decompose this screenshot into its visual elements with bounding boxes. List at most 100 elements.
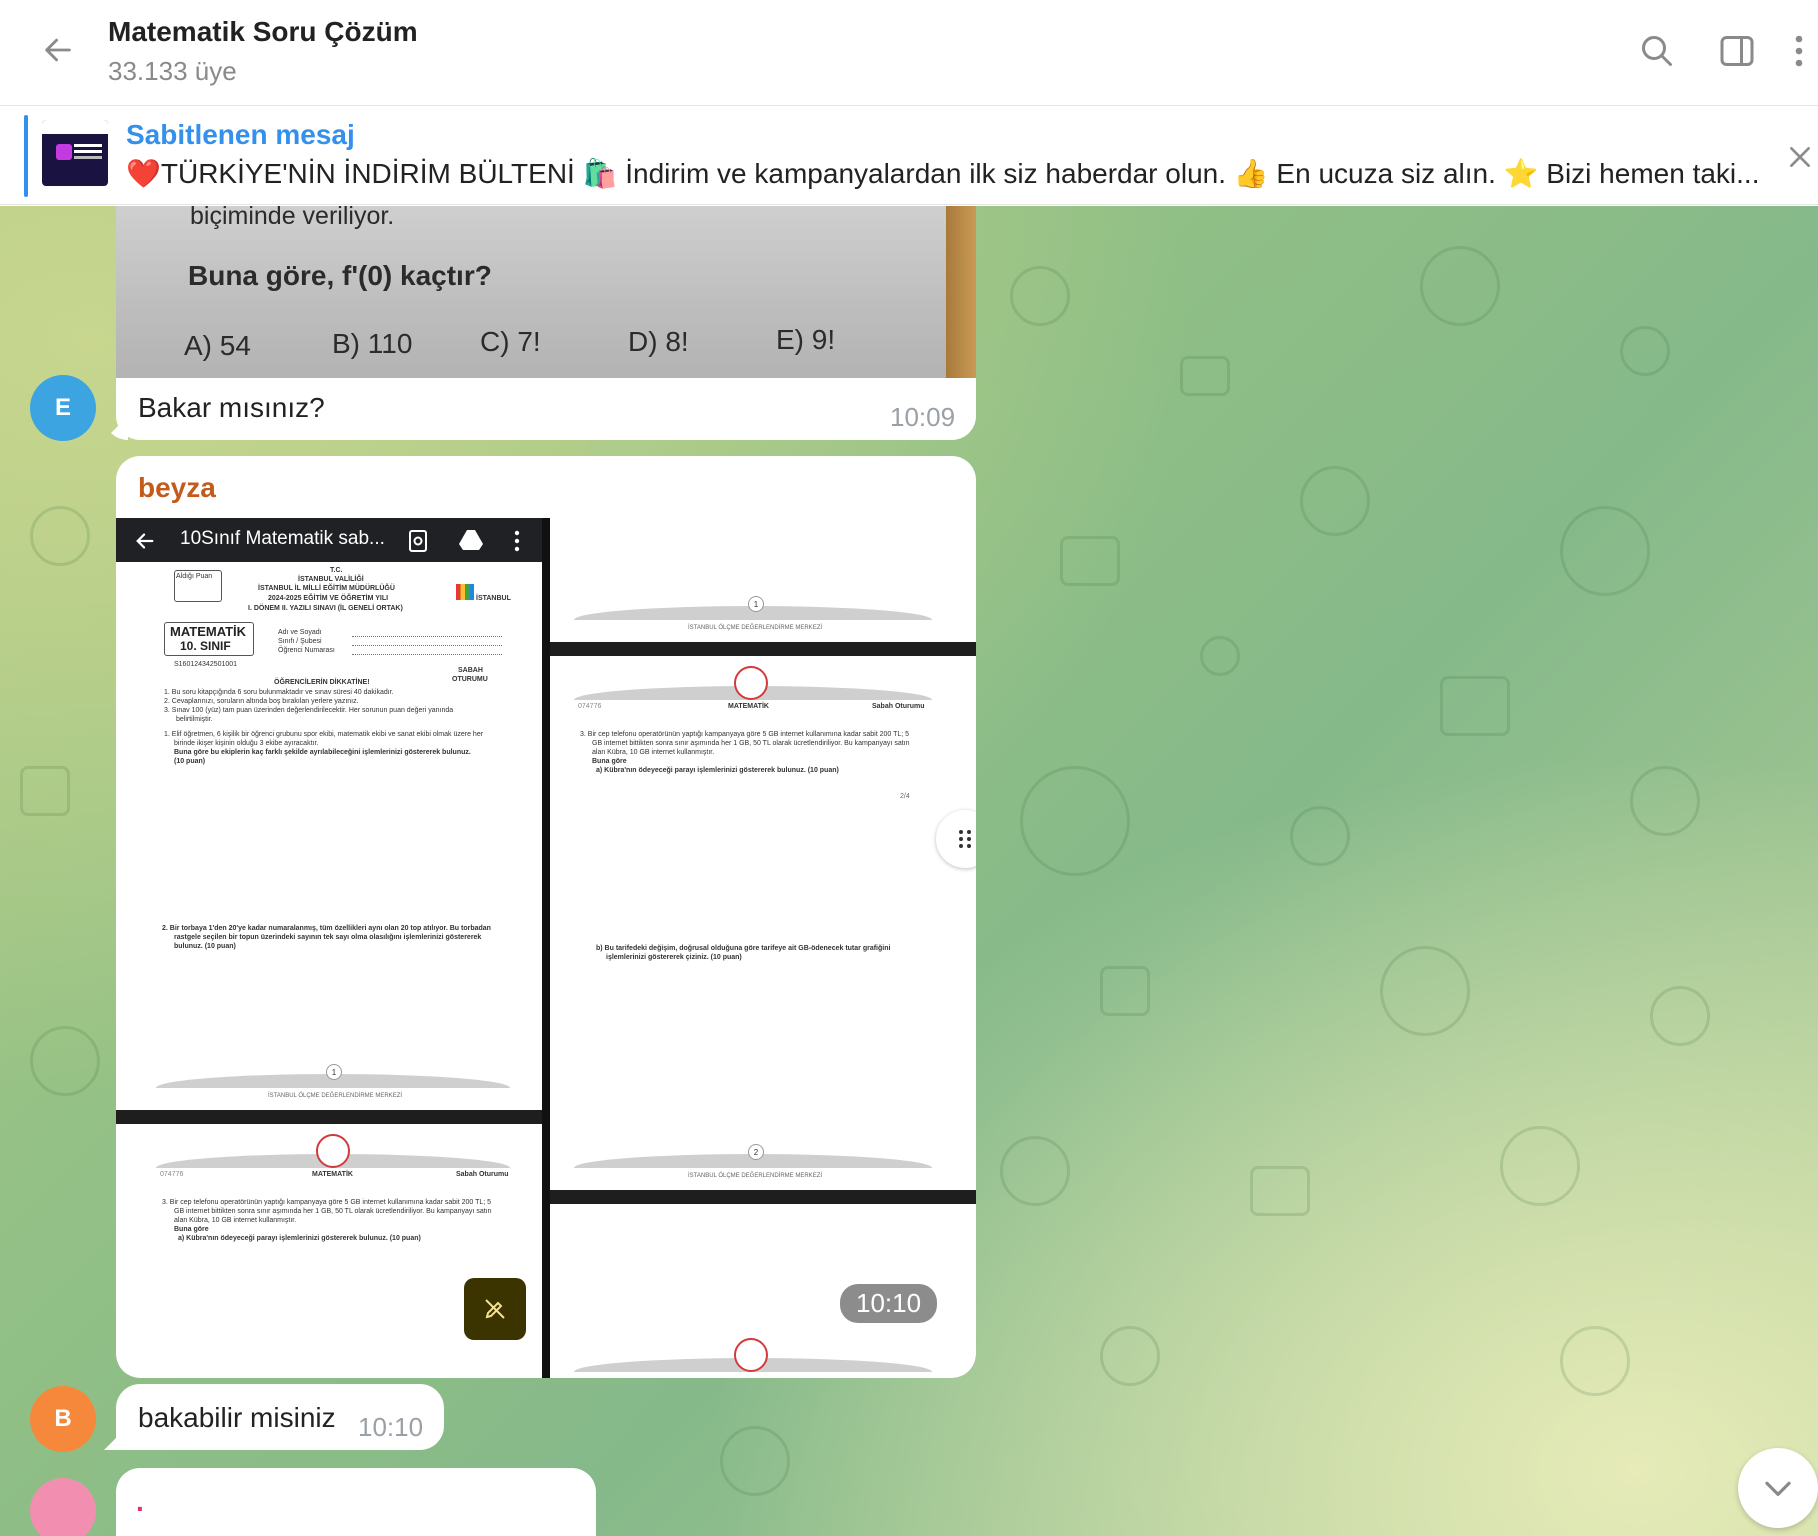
doc-footer: İSTANBUL ÖLÇME DEĞERLENDİRME MERKEZİ [688,625,823,631]
message-text: Bakar mısınız? [138,392,325,423]
doc-question-text: rastgele seçilen bir topun üzerindeki sa… [174,934,482,941]
doc-text: I. DÖNEM II. YAZILI SINAVI (İL GENELİ OR… [248,605,403,612]
page-number: 1 [326,1064,342,1080]
doodle-decoration [720,1426,790,1496]
search-icon [1642,36,1672,66]
more-options-button[interactable] [1780,26,1818,76]
doc-text: 1. Bu soru kitapçığında 6 soru bulunmakt… [164,689,394,696]
doc-page-right: 1 İSTANBUL ÖLÇME DEĞERLENDİRME MERKEZİ 0… [550,518,976,1378]
doc-question-text: a) Kübra'nın ödeyeceği parayı işlemlerin… [178,1235,421,1242]
pinned-message-bar[interactable]: Sabitlenen mesaj ❤️TÜRKİYE'NİN İNDİRİM B… [0,107,1818,205]
doc-code: 074776 [578,703,602,710]
dotted-line [352,654,502,655]
grid-dots-icon [959,830,971,848]
sidebar-panel-icon [1720,36,1754,66]
photo-option: E) 9! [776,324,836,355]
photo-option: A) 54 [184,330,251,361]
doc-text: 3. Sınav 100 (yüz) tam puan üzerinden de… [164,707,454,714]
page-separator [550,642,976,656]
doc-question-text: a) Kübra'nın ödeyeceği parayı işlemlerin… [596,767,839,774]
doc-text: 2. Cevaplarınızı, soruların altında boş … [164,698,359,705]
doc-text: İSTANBUL İL MİLLİ EĞİTİM MÜDÜRLÜĞÜ [258,585,395,592]
chevron-down-icon [1765,1481,1791,1496]
doc-question-text: Buna göre [174,1226,209,1233]
doc-footer: İSTANBUL ÖLÇME DEĞERLENDİRME MERKEZİ [688,1173,823,1179]
drive-add-icon[interactable] [458,528,484,552]
message-bubble[interactable]: bakabilir misiniz 10:10 [116,1384,444,1450]
message-bubble[interactable]: . [116,1468,596,1536]
question-photo[interactable]: biçiminde veriliyor. Buna göre, f'(0) ka… [116,206,976,378]
doc-text: S160124342501001 [174,661,238,668]
doodle-decoration [1100,1326,1160,1386]
member-count: 33.133 üye [108,56,237,86]
find-in-page-icon[interactable] [408,530,428,552]
doc-text: Öğrenci Numarası [278,647,335,654]
emblem-icon [316,1134,350,1168]
doodle-decoration [30,506,90,566]
document-screenshot[interactable]: 10Sınıf Matematik sab... Aldığı Puan T.C… [116,518,976,1378]
pinned-accent-bar [24,115,28,197]
avatar[interactable]: B [30,1386,96,1452]
message-text: . [136,1486,144,1517]
vertical-dots-icon[interactable] [514,530,520,552]
doodle-decoration [1630,766,1700,836]
back-button[interactable] [30,22,86,78]
doc-text: SABAH [458,667,483,674]
search-button[interactable] [1632,26,1682,76]
doc-text: Sınıfı / Şubesi [278,638,322,645]
edit-button[interactable] [464,1278,526,1340]
doodle-decoration [30,1026,100,1096]
doodle-decoration [1500,1126,1580,1206]
doc-text: OTURUMU [452,676,488,683]
vertical-dots-icon [1795,35,1803,67]
message-bubble[interactable]: biçiminde veriliyor. Buna göre, f'(0) ka… [116,206,976,440]
doodle-decoration [1380,946,1470,1036]
doc-viewer-toolbar: 10Sınıf Matematik sab... [116,518,542,562]
scroll-to-bottom-button[interactable] [1738,1448,1818,1528]
photo-option: D) 8! [628,326,689,357]
doc-question-text: b) Bu tarifedeki değişim, doğrusal olduğ… [596,945,891,952]
emblem-icon [734,666,768,700]
doc-question-text: 3. Bir cep telefonu operatörünün yaptığı… [580,731,910,738]
photo-option: C) 7! [480,326,541,357]
doc-code: 074776 [160,1171,184,1178]
doc-question-text: GB internet bittikten sonra sınır aşımın… [592,740,910,747]
arrow-left-icon[interactable] [134,530,156,552]
doodle-decoration [1180,356,1230,396]
doodle-decoration [1560,506,1650,596]
doc-text: İSTANBUL VALİLİĞİ [298,576,364,583]
doodle-decoration [1560,1326,1630,1396]
doodle-decoration [1200,636,1240,676]
avatar[interactable]: E [30,375,96,441]
message-time: 10:10 [840,1284,938,1323]
message-text: bakabilir misiniz [138,1402,336,1433]
message-time: 10:09 [890,402,956,432]
doodle-decoration [1300,466,1370,536]
doc-class: 10. SINIF [180,639,231,653]
close-pinned-button[interactable] [1782,139,1818,175]
doc-question-text: bulunuz. (10 puan) [174,943,236,950]
avatar[interactable] [30,1478,96,1536]
doc-question-text: Buna göre bu ekiplerin kaç farklı şekild… [174,749,471,756]
page-indicator: 2/4 [900,793,910,800]
pinned-label: Sabitlenen mesaj [126,119,355,150]
pencil-off-icon [485,1299,505,1319]
pinned-text: ❤️TÜRKİYE'NİN İNDİRİM BÜLTENİ 🛍️ İndirim… [126,158,1760,189]
sidebar-toggle-button[interactable] [1712,26,1762,76]
arrow-left-icon [45,38,71,62]
doc-question-text: 3. Bir cep telefonu operatörünün yaptığı… [162,1199,492,1206]
pinned-thumbnail [42,120,108,186]
doodle-decoration [1620,326,1670,376]
sender-name[interactable]: beyza [138,472,216,504]
doc-text: ÖĞRENCİLERİN DİKKATİNE! [274,679,370,686]
doc-title: 10Sınıf Matematik sab... [180,528,385,549]
message-bubble[interactable]: beyza 10Sınıf Matematik sab... Aldığı Pu… [116,456,976,1378]
doc-page-left: 10Sınıf Matematik sab... Aldığı Puan T.C… [116,518,542,1378]
photo-text-line: Buna göre, f'(0) kaçtır? [188,260,492,291]
message-time: 10:10 [358,1412,424,1442]
doc-subject: MATEMATİK [170,624,247,639]
dotted-line [352,645,502,646]
chat-title[interactable]: Matematik Soru Çözüm [108,16,418,48]
doodle-decoration [1020,766,1130,876]
doc-text: MATEMATİK [312,1171,353,1178]
